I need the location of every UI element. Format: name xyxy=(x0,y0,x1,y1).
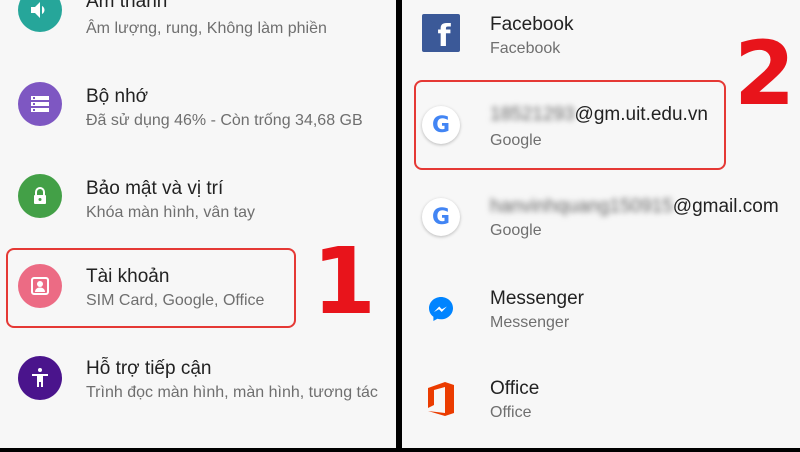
settings-item-sound[interactable]: Âm thanh Âm lượng, rung, Không làm phiền xyxy=(0,0,396,50)
settings-item-security[interactable]: Bảo mật và vị trí Khóa màn hình, vân tay xyxy=(0,170,396,230)
volume-icon xyxy=(18,0,62,32)
settings-item-subtitle: Trình đọc màn hình, màn hình, tương tác xyxy=(86,384,378,401)
messenger-icon xyxy=(424,292,458,326)
storage-icon xyxy=(18,82,62,126)
settings-item-storage[interactable]: Bộ nhớ Đã sử dụng 46% - Còn trống 34,68 … xyxy=(0,78,396,138)
accounts-panel: f Facebook Facebook G 18521293@gm.uit.ed… xyxy=(402,0,800,448)
settings-item-subtitle: Khóa màn hình, vân tay xyxy=(86,204,255,221)
settings-item-subtitle: Đã sử dụng 46% - Còn trống 34,68 GB xyxy=(86,112,363,129)
settings-item-subtitle: Âm lượng, rung, Không làm phiền xyxy=(86,20,327,37)
blurred-username: hanvinhquang150915 xyxy=(490,196,673,217)
google-icon: G xyxy=(422,198,460,236)
account-item-title: Facebook xyxy=(490,14,574,35)
account-item-subtitle: Google xyxy=(490,222,542,239)
settings-item-title: Bộ nhớ xyxy=(86,86,149,107)
settings-item-title: Âm thanh xyxy=(86,0,168,12)
account-item-google-gmail[interactable]: G hanvinhquang150915@gmail.com Google xyxy=(402,188,800,248)
settings-item-title: Hỗ trợ tiếp cận xyxy=(86,358,212,379)
account-item-title: Office xyxy=(490,378,540,399)
account-item-subtitle: Facebook xyxy=(490,40,561,57)
accessibility-icon xyxy=(18,356,62,400)
email-domain: @gmail.com xyxy=(672,196,779,217)
account-item-subtitle: Messenger xyxy=(490,314,570,331)
account-item-title: hanvinhquang150915@gmail.com xyxy=(490,196,779,218)
account-item-subtitle: Office xyxy=(490,404,532,421)
step-number-2: 2 xyxy=(734,22,796,125)
settings-panel: Âm thanh Âm lượng, rung, Không làm phiền… xyxy=(0,0,396,448)
account-item-messenger[interactable]: Messenger Messenger xyxy=(402,282,800,342)
accounts-highlight-box xyxy=(6,248,296,328)
office-icon xyxy=(424,380,458,418)
facebook-icon: f xyxy=(422,14,460,54)
account-item-office[interactable]: Office Office xyxy=(402,372,800,432)
step-number-1: 1 xyxy=(312,228,377,335)
google-account-highlight-box xyxy=(414,80,726,170)
settings-item-accessibility[interactable]: Hỗ trợ tiếp cận Trình đọc màn hình, màn … xyxy=(0,352,396,412)
account-item-title: Messenger xyxy=(490,288,584,309)
lock-icon xyxy=(18,174,62,218)
settings-item-title: Bảo mật và vị trí xyxy=(86,178,224,199)
